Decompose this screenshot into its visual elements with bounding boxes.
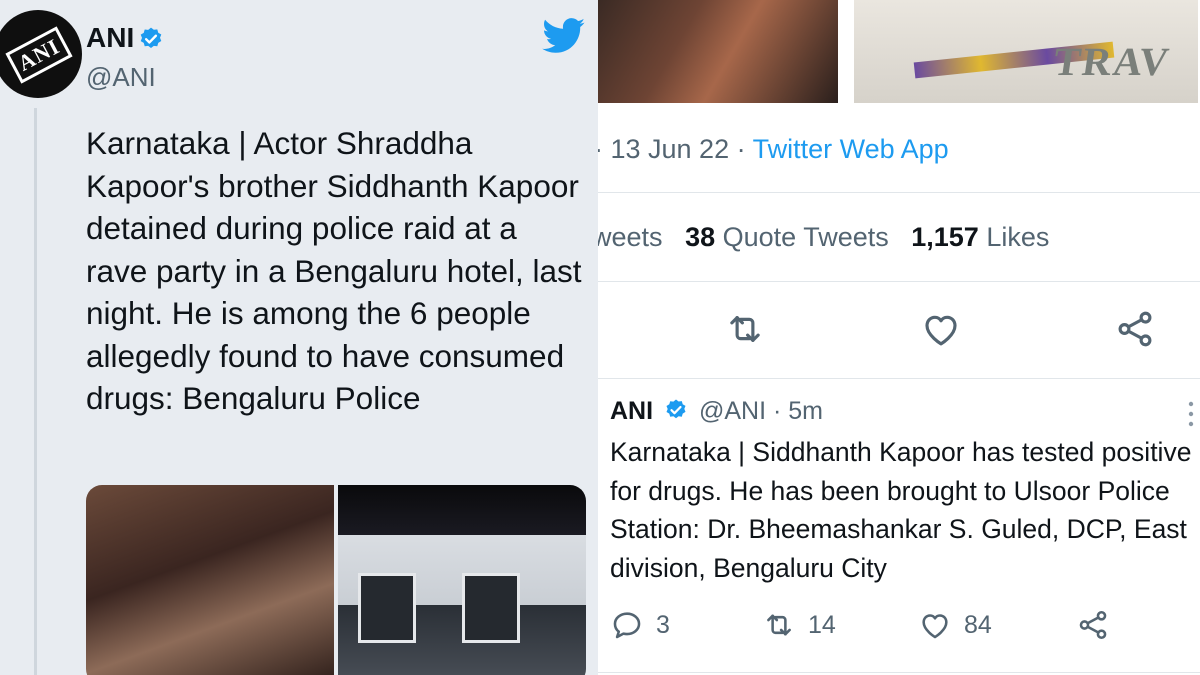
verified-badge-icon: [140, 27, 162, 48]
ani-logo: ANI: [5, 26, 73, 84]
tweet-stats: weets 38 Quote Tweets 1,157 Likes: [598, 222, 1049, 253]
media-photo-party[interactable]: [598, 0, 838, 103]
media-photo-travel-sign[interactable]: TRAV: [854, 0, 1198, 103]
twitter-bird-icon: [542, 18, 585, 53]
reply-header: ANI @ANI · 5m: [610, 397, 823, 426]
divider: [598, 281, 1200, 282]
media-grid[interactable]: [86, 485, 586, 675]
tweet-detail-panel: TRAV · 13 Jun 22 · Twitter Web App weets…: [598, 0, 1200, 675]
reply-author-name[interactable]: ANI: [610, 397, 653, 425]
reply-tweet[interactable]: ANI @ANI · 5m Karnataka | Siddhanth Kapo…: [598, 378, 1200, 675]
heart-icon[interactable]: [920, 308, 962, 350]
author-handle[interactable]: @ANI: [86, 62, 156, 93]
likes-label[interactable]: Likes: [986, 222, 1049, 252]
divider: [598, 672, 1200, 673]
author-name[interactable]: ANI: [86, 22, 134, 54]
reply-count: 3: [656, 610, 670, 639]
travel-sign-text: TRAV: [1050, 39, 1174, 84]
heart-icon: [922, 614, 948, 639]
tweet-text: Karnataka | Actor Shraddha Kapoor's brot…: [86, 125, 582, 416]
more-icon[interactable]: [1186, 399, 1196, 429]
tweet-date: · 13 Jun 22 ·: [598, 134, 746, 164]
retweet-count: 14: [808, 610, 836, 639]
divider: [598, 192, 1200, 193]
tweet-action-bar: [598, 300, 1200, 356]
source-app-link[interactable]: Twitter Web App: [753, 134, 949, 164]
share-icon[interactable]: [1114, 308, 1156, 350]
reply-button[interactable]: 3: [610, 605, 670, 645]
avatar[interactable]: ANI: [0, 10, 82, 98]
likes-count[interactable]: 1,157: [911, 222, 979, 252]
share-icon: [1079, 610, 1107, 640]
media-photo-crowd[interactable]: [86, 485, 334, 675]
like-count: 84: [964, 610, 992, 639]
van-window: [462, 573, 520, 643]
retweet-icon: [767, 614, 791, 636]
quote-tweets-count[interactable]: 38: [685, 222, 715, 252]
reply-icon: [613, 612, 641, 639]
van-window: [358, 573, 416, 643]
reply-text: Karnataka | Siddhanth Kapoor has tested …: [610, 437, 1192, 583]
avatar-logo-text: ANI: [13, 33, 64, 76]
retweet-icon[interactable]: [724, 308, 766, 350]
media-photo-van[interactable]: [338, 485, 586, 675]
reply-action-bar: 3 14 84: [610, 605, 1190, 645]
retweets-label[interactable]: weets: [598, 222, 663, 252]
original-tweet-panel: ANI ANI @ANI Karnataka | Actor Shraddha …: [0, 0, 598, 675]
quote-tweets-label[interactable]: Quote Tweets: [723, 222, 889, 252]
retweet-button[interactable]: 14: [762, 605, 836, 645]
tweet-meta: · 13 Jun 22 · Twitter Web App: [598, 134, 949, 165]
like-button[interactable]: 84: [918, 605, 992, 645]
reply-handle[interactable]: @ANI: [699, 397, 766, 425]
share-button[interactable]: [1076, 605, 1110, 645]
reply-time[interactable]: · 5m: [773, 397, 823, 425]
verified-badge-icon: [666, 399, 686, 419]
thread-line: [34, 108, 37, 675]
